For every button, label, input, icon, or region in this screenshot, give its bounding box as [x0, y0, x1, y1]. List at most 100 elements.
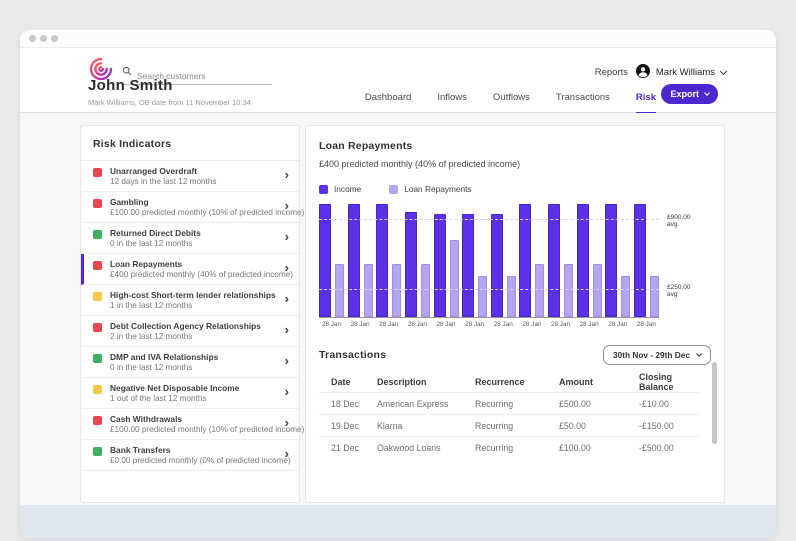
chart-xlabels: 28 Jan 28 Jan 28 Jan 28 Jan 28 Jan 28 Jan 28 J…: [319, 321, 659, 328]
chevron-down-icon: [704, 89, 710, 96]
risk-item-title: Unarranged Overdraft: [110, 166, 198, 176]
tab-outflows[interactable]: Outflows: [493, 92, 530, 112]
window-titlebar: [20, 30, 776, 48]
tab-dashboard[interactable]: Dashboard: [365, 92, 411, 112]
risk-item-subtitle: 1 out of the last 12 months: [110, 393, 207, 403]
risk-list-item[interactable]: Debt Collection Agency Relationships 2 in…: [81, 316, 299, 347]
window-footer: [20, 505, 776, 538]
risk-item-subtitle: 0 in the last 12 months: [110, 238, 193, 248]
income-bar: [548, 204, 560, 317]
table-scrollbar[interactable]: [712, 362, 717, 444]
table-header-row: Date Description Recurrence Amount Closing B…: [319, 372, 699, 392]
risk-item-subtitle: 1 in the last 12 months: [110, 300, 193, 310]
table-row[interactable]: 18 Dec American Express Recurring £500.00 -£…: [319, 392, 699, 414]
risk-item-subtitle: 2 in the last 12 months: [110, 331, 193, 341]
window-control-dot[interactable]: [29, 35, 36, 42]
column-header: Amount: [559, 377, 593, 387]
risk-item-title: Debt Collection Agency Relationships: [110, 321, 261, 331]
risk-list-item[interactable]: DMP and IVA Relationships 0 in the last 1…: [81, 347, 299, 378]
income-bar: [347, 204, 360, 317]
risk-list-item[interactable]: High-cost Short-term lender relationship…: [81, 285, 299, 316]
chevron-right-icon: ›: [284, 229, 289, 244]
risk-item-subtitle: £0.00 predicted monthly (0% of predicted…: [110, 455, 291, 465]
table-cell: American Express: [377, 398, 449, 409]
content-area: Risk Indicators Unarranged Overdraft 12 d…: [20, 113, 776, 505]
table-cell: -£10.00: [639, 398, 669, 409]
chart-ylabels: £900.00 avg £250.00 avg: [659, 204, 711, 318]
loan-repayments-bar: [363, 264, 373, 317]
y-axis-label: £900.00 avg: [667, 213, 691, 229]
risk-item-text: DMP and IVA Relationships 0 in the last 1…: [110, 352, 218, 374]
income-bar: [376, 204, 389, 317]
status-square-icon: [93, 292, 102, 301]
risk-item-text: Bank Transfers £0.00 predicted monthly (0…: [110, 445, 291, 467]
status-square-icon: [93, 447, 102, 456]
status-square-icon: [93, 354, 102, 363]
risk-item-text: Returned Direct Debits 0 in the last 12 m…: [110, 228, 201, 250]
status-square-icon: [93, 168, 102, 177]
table-cell: 19 Dec: [331, 420, 359, 431]
chevron-right-icon: ›: [284, 198, 289, 213]
chevron-right-icon: ›: [284, 446, 289, 461]
reports-link[interactable]: Reports: [595, 67, 628, 78]
risk-list-item[interactable]: Bank Transfers £0.00 predicted monthly (0…: [81, 440, 299, 471]
risk-list-item[interactable]: Returned Direct Debits 0 in the last 12 m…: [81, 223, 299, 254]
table-cell: £100.00: [559, 442, 591, 453]
chevron-right-icon: ›: [284, 322, 289, 337]
income-bar: [319, 204, 331, 317]
table-cell: £50.00: [559, 420, 586, 431]
window-control-dot[interactable]: [51, 35, 58, 42]
table-row[interactable]: 19 Dec Klarna Recurring £50.00 -£150.00: [319, 414, 699, 436]
x-axis-label: 28 Jan: [551, 321, 570, 328]
nav-tabs: Dashboard Inflows Outflows Transactions Risk: [365, 92, 657, 114]
x-axis-label: 28 Jan: [407, 321, 427, 328]
risk-list-item[interactable]: Cash Withdrawals £100.00 predicted monthl…: [81, 409, 304, 440]
export-button[interactable]: Export: [661, 84, 718, 104]
legend-item: Loan Repayments: [389, 184, 472, 194]
tab-inflows[interactable]: Inflows: [437, 92, 467, 112]
status-square-icon: [93, 416, 102, 425]
table-cell: 18 Dec: [331, 398, 359, 409]
user-menu[interactable]: Mark Williams: [635, 64, 728, 81]
chart-plot: [319, 204, 659, 318]
risk-indicators-panel: Risk Indicators Unarranged Overdraft 12 d…: [80, 125, 304, 503]
legend-item: Income: [319, 184, 361, 194]
income-bar: [605, 204, 618, 317]
tab-transactions[interactable]: Transactions: [556, 92, 610, 112]
table-cell: -£500.00: [639, 442, 674, 453]
loan-repayments-bar: [592, 264, 602, 317]
risk-list-item[interactable]: Gambling £100.00 predicted monthly (10% o…: [81, 192, 304, 223]
average-line: [319, 219, 659, 221]
chart-bars: [319, 204, 659, 317]
loan-repayments-bar: [478, 276, 488, 317]
loan-repayments-bar: [506, 276, 516, 317]
date-range-select[interactable]: 30th Nov - 29th Dec: [603, 345, 711, 365]
risk-list-item[interactable]: Loan Repayments £400 predicted monthly (4…: [81, 254, 299, 285]
risk-list-item[interactable]: Negative Net Disposable Income 1 out of t…: [81, 378, 299, 409]
bar-group: [347, 204, 373, 317]
income-bar: [433, 214, 446, 317]
income-bar: [519, 204, 532, 317]
chevron-down-icon: [719, 67, 728, 75]
risk-item-title: High-cost Short-term lender relationship…: [110, 290, 276, 300]
loan-repayments-bar: [392, 264, 402, 317]
chevron-right-icon: ›: [284, 291, 289, 306]
loan-repayments-bar: [564, 264, 573, 317]
risk-list-item[interactable]: Unarranged Overdraft 12 days in the last …: [81, 161, 299, 192]
risk-indicator-list: Unarranged Overdraft 12 days in the last …: [81, 161, 304, 471]
table-cell: Klarna: [377, 420, 403, 431]
bar-group: [519, 204, 545, 317]
window-control-dot[interactable]: [40, 35, 47, 42]
chevron-right-icon: ›: [284, 260, 289, 275]
risk-item-subtitle: £100.00 predicted monthly (10% of predic…: [110, 424, 305, 434]
bar-group: [433, 214, 459, 317]
loan-repayments-bar: [649, 276, 659, 317]
bar-group: [576, 204, 602, 317]
app-header: Reports Mark Williams John Smith Mark Wi…: [20, 48, 776, 114]
date-range-value: 30th Nov - 29th Dec: [613, 350, 690, 360]
income-bar: [490, 214, 503, 317]
tab-risk[interactable]: Risk: [635, 92, 657, 114]
table-row[interactable]: 21 Dec Oakwood Loans Recurring £100.00 -£500…: [319, 436, 699, 458]
status-square-icon: [93, 199, 102, 208]
chevron-right-icon: ›: [284, 353, 289, 368]
